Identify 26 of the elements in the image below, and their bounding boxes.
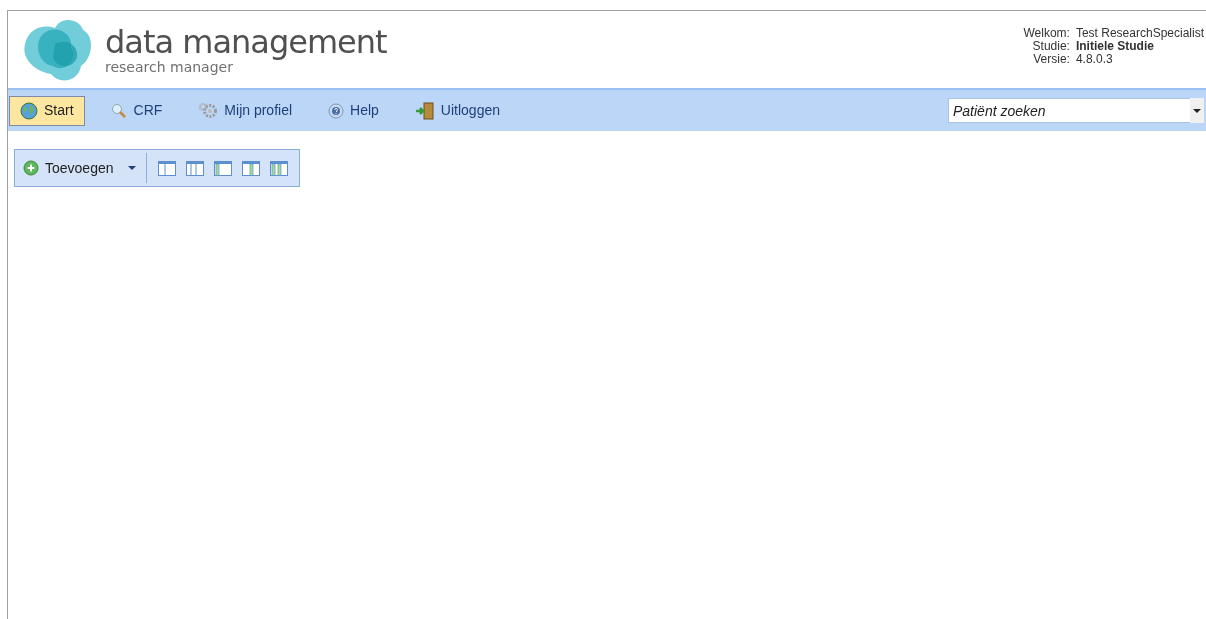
gear-icon xyxy=(198,101,219,120)
columns-icon xyxy=(213,160,232,176)
columns-icon xyxy=(185,160,204,176)
search-icon xyxy=(109,101,128,120)
nav-item[interactable]: Start xyxy=(9,95,85,126)
globe-icon xyxy=(20,101,38,120)
info-label: Studie: xyxy=(1031,40,1070,53)
info-value: Initiele Studie xyxy=(1075,40,1154,53)
info-value: Test ResearchSpecialist xyxy=(1075,27,1204,40)
add-button[interactable]: Toevoegen xyxy=(23,157,122,179)
help-icon xyxy=(328,102,345,119)
patient-search-field[interactable]: Patiënt zoeken xyxy=(948,98,1190,123)
columns-icon xyxy=(269,160,288,176)
logo-subtitle: research manager xyxy=(105,59,233,75)
columns-icon xyxy=(241,160,260,176)
info-label: Versie: xyxy=(1032,53,1070,66)
door-icon xyxy=(414,101,435,120)
nav-item[interactable]: Help xyxy=(317,95,390,126)
columns-icon xyxy=(157,160,176,176)
nav-item[interactable]: CRF xyxy=(98,95,174,126)
logo-title: data management xyxy=(105,25,387,59)
plus-icon xyxy=(23,160,39,176)
info-value: 4.8.0.3 xyxy=(1075,53,1114,66)
nav-item[interactable]: Mijn profiel xyxy=(187,95,304,126)
info-label: Welkom: xyxy=(1023,27,1070,40)
nav-item[interactable]: Uitloggen xyxy=(403,95,511,126)
